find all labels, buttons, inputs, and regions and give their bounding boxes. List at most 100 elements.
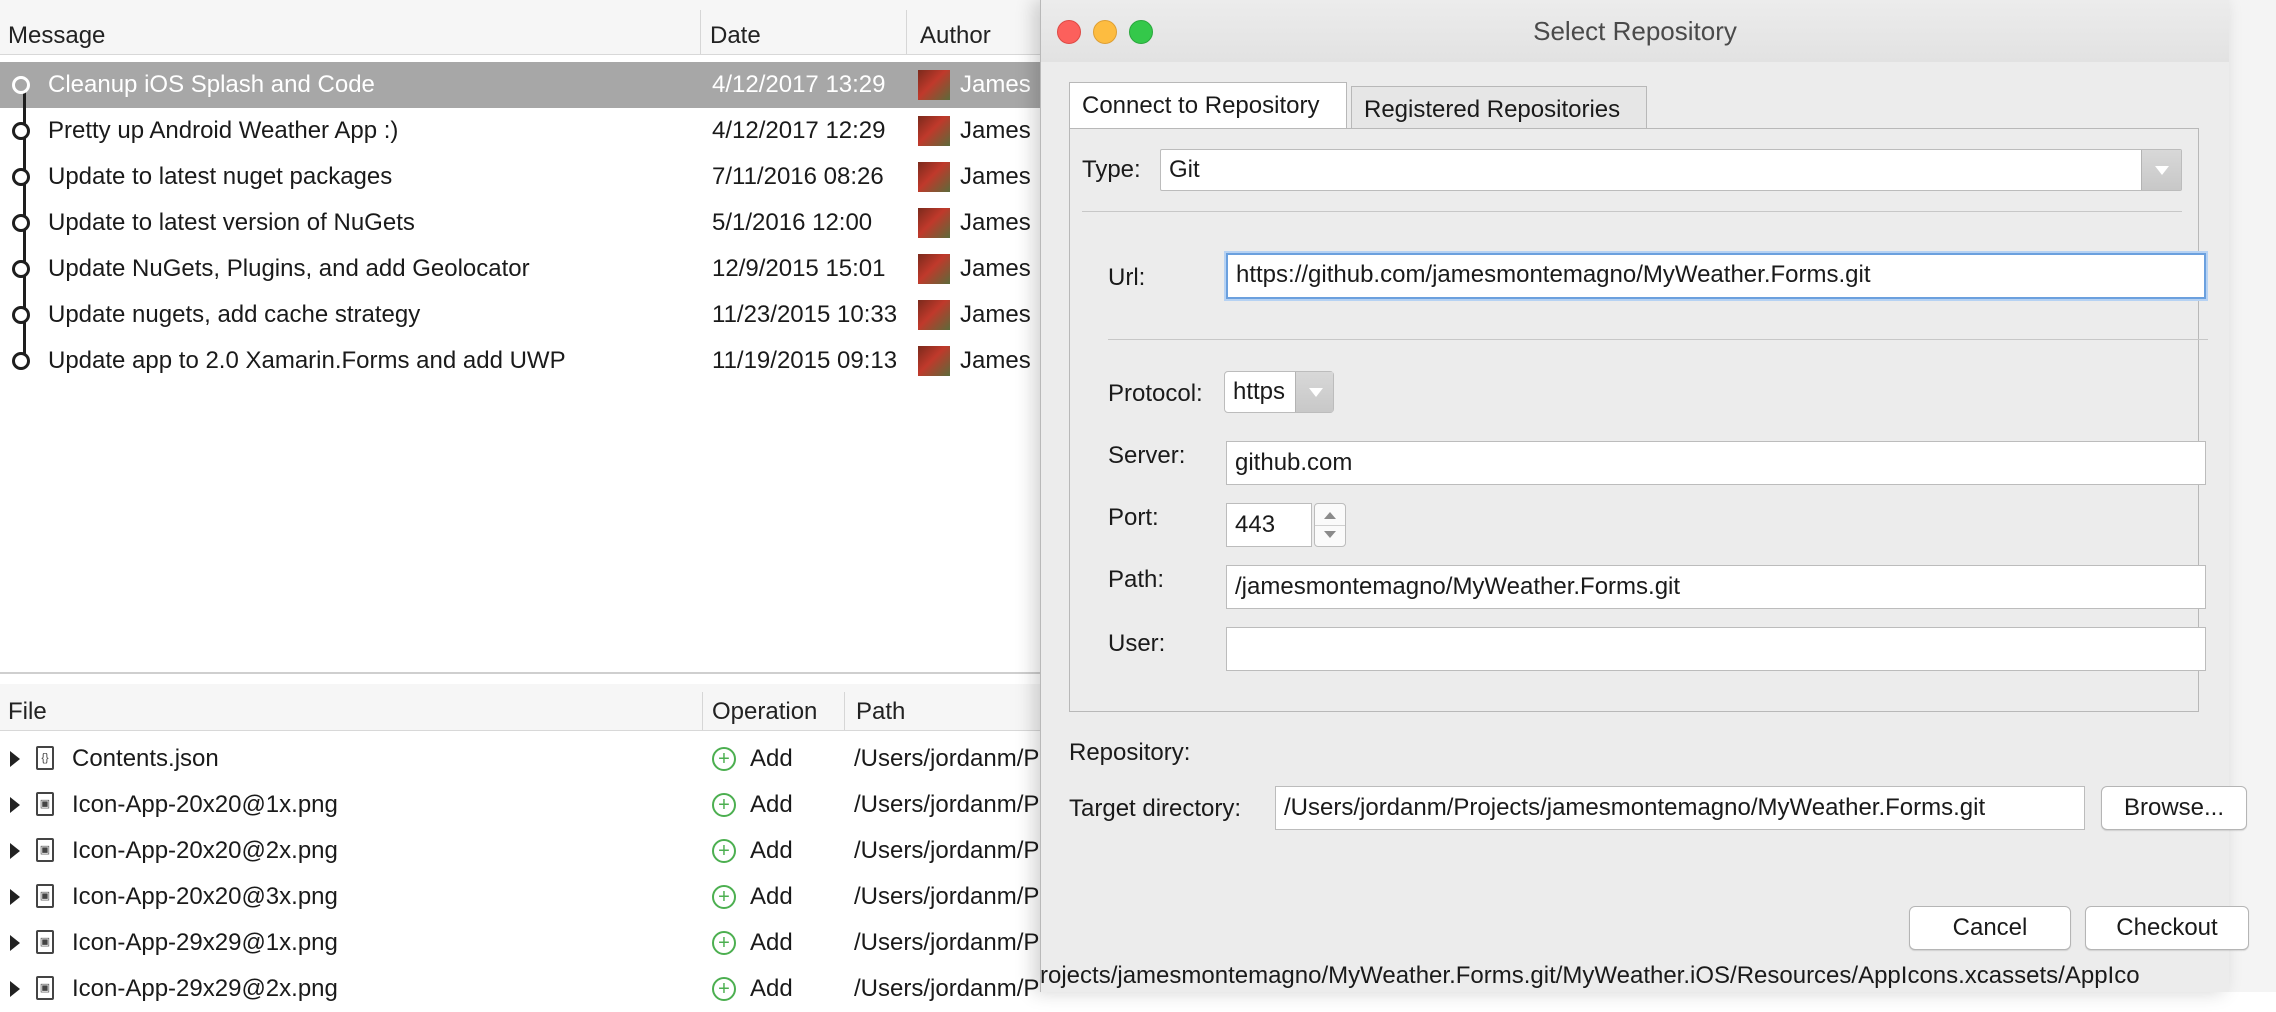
file-path: /Users/jordanm/P xyxy=(854,883,1040,910)
column-header-author[interactable]: Author xyxy=(920,0,991,54)
file-row[interactable]: ▣ Icon-App-29x29@2x.png + Add /Users/jor… xyxy=(0,966,1060,1012)
commit-author: James xyxy=(960,71,1031,98)
browse-button[interactable]: Browse... xyxy=(2101,786,2247,830)
file-name: Icon-App-29x29@1x.png xyxy=(72,929,338,956)
avatar xyxy=(918,208,950,238)
commit-author: James xyxy=(960,255,1031,282)
commit-message: Cleanup iOS Splash and Code xyxy=(48,71,375,98)
commit-message: Update app to 2.0 Xamarin.Forms and add … xyxy=(48,347,566,374)
avatar xyxy=(918,116,950,146)
minimize-icon[interactable] xyxy=(1093,20,1117,44)
expand-triangle-icon[interactable] xyxy=(10,751,20,767)
server-field[interactable]: github.com xyxy=(1226,441,2206,485)
window-edge xyxy=(2228,0,2276,992)
file-name: Icon-App-20x20@3x.png xyxy=(72,883,338,910)
file-path: /Users/jordanm/P xyxy=(854,791,1040,818)
tab-registered-repositories[interactable]: Registered Repositories xyxy=(1351,86,1647,130)
file-path: /Users/jordanm/P xyxy=(854,837,1040,864)
column-header-message[interactable]: Message xyxy=(8,0,105,54)
expand-triangle-icon[interactable] xyxy=(10,797,20,813)
commit-graph-node xyxy=(12,76,30,94)
column-divider[interactable] xyxy=(906,10,907,54)
commit-graph-node xyxy=(12,122,30,140)
expand-triangle-icon[interactable] xyxy=(10,981,20,997)
commit-message: Update nugets, add cache strategy xyxy=(48,301,421,328)
commit-row[interactable]: Update NuGets, Plugins, and add Geolocat… xyxy=(0,246,1060,292)
file-operation: Add xyxy=(750,837,793,864)
column-header-operation[interactable]: Operation xyxy=(712,684,817,730)
file-row[interactable]: ▣ Icon-App-29x29@1x.png + Add /Users/jor… xyxy=(0,920,1060,966)
commit-row[interactable]: Cleanup iOS Splash and Code 4/12/2017 13… xyxy=(0,62,1060,108)
expand-triangle-icon[interactable] xyxy=(10,935,20,951)
file-path: /Users/jordanm/P xyxy=(854,745,1040,772)
commit-row[interactable]: Update to latest version of NuGets 5/1/2… xyxy=(0,200,1060,246)
commit-message: Update to latest nuget packages xyxy=(48,163,393,190)
file-row[interactable]: ▣ Icon-App-20x20@2x.png + Add /Users/jor… xyxy=(0,828,1060,874)
avatar xyxy=(918,300,950,330)
close-icon[interactable] xyxy=(1057,20,1081,44)
expand-triangle-icon[interactable] xyxy=(10,843,20,859)
path-field[interactable]: /jamesmontemagno/MyWeather.Forms.git xyxy=(1226,565,2206,609)
file-row[interactable]: {} Contents.json + Add /Users/jordanm/P xyxy=(0,736,1060,782)
file-list: {} Contents.json + Add /Users/jordanm/P … xyxy=(0,730,1060,1002)
commit-date: 11/19/2015 09:13 xyxy=(712,347,898,374)
repository-label: Repository: xyxy=(1069,739,1191,766)
column-header-date[interactable]: Date xyxy=(710,0,761,54)
cancel-button[interactable]: Cancel xyxy=(1909,906,2071,950)
file-operation: Add xyxy=(750,791,793,818)
pane-splitter[interactable] xyxy=(0,672,1060,674)
commit-author: James xyxy=(960,163,1031,190)
divider xyxy=(1108,339,2208,340)
column-divider[interactable] xyxy=(844,692,845,730)
commit-row[interactable]: Update to latest nuget packages 7/11/201… xyxy=(0,154,1060,200)
zoom-icon[interactable] xyxy=(1129,20,1153,44)
commit-date: 4/12/2017 12:29 xyxy=(712,117,886,144)
column-header-file[interactable]: File xyxy=(8,684,47,730)
checkout-button[interactable]: Checkout xyxy=(2085,906,2249,950)
commit-row[interactable]: Update nugets, add cache strategy 11/23/… xyxy=(0,292,1060,338)
commit-row[interactable]: Update app to 2.0 Xamarin.Forms and add … xyxy=(0,338,1060,384)
type-select[interactable]: Git xyxy=(1160,149,2182,191)
connect-panel: Type: Git Url: https://github.com/jamesm… xyxy=(1069,128,2208,712)
tab-connect-to-repository[interactable]: Connect to Repository xyxy=(1069,82,1347,129)
commit-author: James xyxy=(960,117,1031,144)
commit-graph-node xyxy=(12,260,30,278)
add-operation-icon: + xyxy=(712,839,736,863)
column-header-path[interactable]: Path xyxy=(856,684,905,730)
file-row[interactable]: ▣ Icon-App-20x20@1x.png + Add /Users/jor… xyxy=(0,782,1060,828)
protocol-select[interactable]: https xyxy=(1224,371,1334,413)
file-path-overflow: rojects/jamesmontemagno/MyWeather.Forms.… xyxy=(1040,962,2140,989)
commit-message: Pretty up Android Weather App :) xyxy=(48,117,399,144)
commit-date: 7/11/2016 08:26 xyxy=(712,163,884,190)
url-label: Url: xyxy=(1108,264,1146,291)
commit-date: 11/23/2015 10:33 xyxy=(712,301,898,328)
title-bar[interactable]: Select Repository xyxy=(1041,0,2229,62)
file-operation: Add xyxy=(750,929,793,956)
target-directory-field[interactable]: /Users/jordanm/Projects/jamesmontemagno/… xyxy=(1275,786,2085,830)
stepper-down-icon[interactable] xyxy=(1324,531,1336,538)
port-field[interactable]: 443 xyxy=(1226,503,1312,547)
file-row[interactable]: ▣ Icon-App-20x20@3x.png + Add /Users/jor… xyxy=(0,874,1060,920)
commit-row[interactable]: Pretty up Android Weather App :) 4/12/20… xyxy=(0,108,1060,154)
dialog-title: Select Repository xyxy=(1533,16,1737,46)
commit-date: 12/9/2015 15:01 xyxy=(712,255,886,282)
image-file-icon: ▣ xyxy=(36,838,54,862)
column-divider[interactable] xyxy=(702,692,703,730)
add-operation-icon: + xyxy=(712,977,736,1001)
user-field[interactable] xyxy=(1226,627,2206,671)
commit-message: Update NuGets, Plugins, and add Geolocat… xyxy=(48,255,530,282)
path-label: Path: xyxy=(1108,566,1165,593)
chevron-down-icon xyxy=(1295,372,1333,412)
column-divider[interactable] xyxy=(700,10,701,54)
stepper-up-icon[interactable] xyxy=(1324,512,1336,519)
commit-graph-node xyxy=(12,214,30,232)
select-repository-dialog: Select Repository Connect to Repository … xyxy=(1040,0,2249,992)
divider xyxy=(1082,211,2182,212)
port-stepper[interactable] xyxy=(1314,503,1346,547)
expand-triangle-icon[interactable] xyxy=(10,889,20,905)
file-operation: Add xyxy=(750,975,793,1002)
commit-message: Update to latest version of NuGets xyxy=(48,209,415,236)
commit-list: Cleanup iOS Splash and Code 4/12/2017 13… xyxy=(0,62,1060,672)
url-field[interactable]: https://github.com/jamesmontemagno/MyWea… xyxy=(1226,253,2206,299)
commit-author: James xyxy=(960,209,1031,236)
